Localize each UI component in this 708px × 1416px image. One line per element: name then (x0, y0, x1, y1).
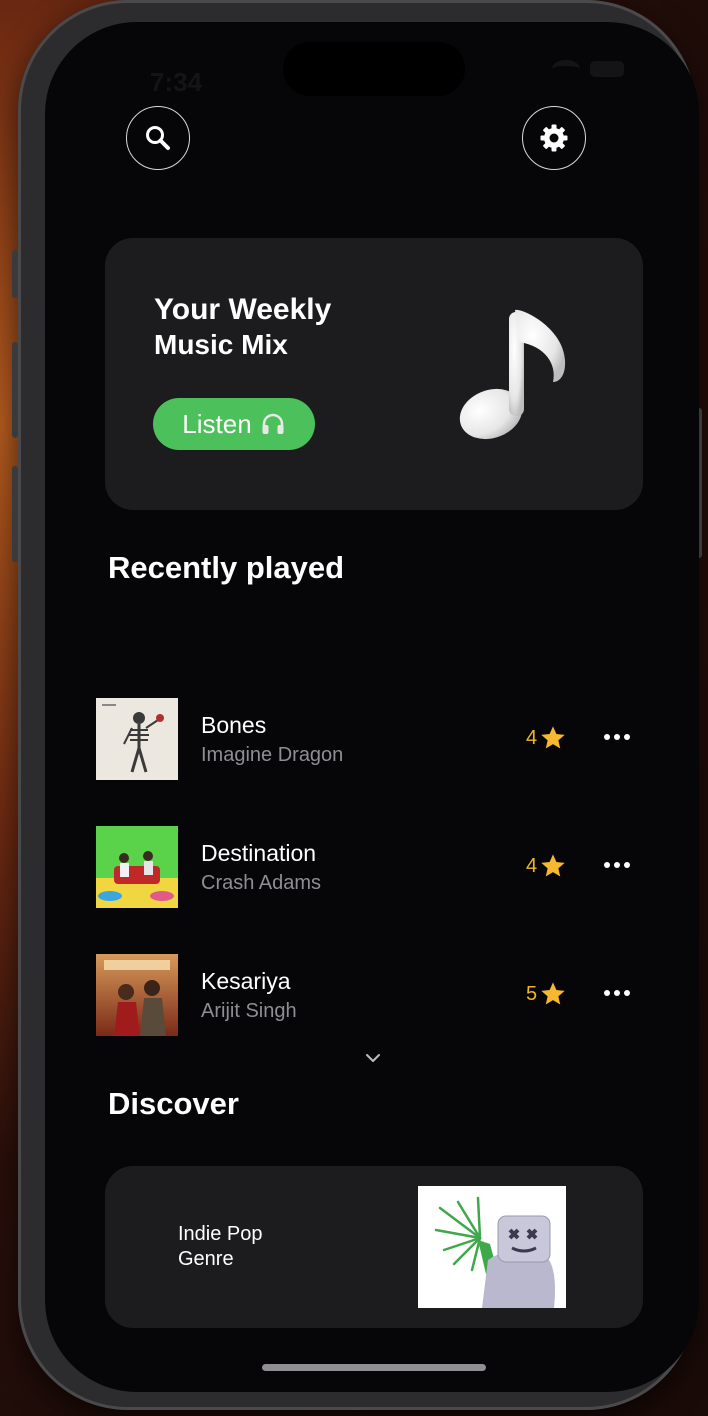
song-rating: 4 (526, 852, 567, 880)
song-rating: 5 (526, 980, 567, 1008)
album-cover (96, 826, 178, 908)
discover-title: Discover (108, 1086, 239, 1121)
volume-down-button (12, 466, 18, 562)
genre-image (418, 1186, 566, 1308)
volume-up-button (12, 342, 18, 438)
listen-label: Listen (182, 408, 252, 439)
song-artist: Crash Adams (201, 872, 322, 894)
wifi-icon (552, 60, 580, 78)
gear-icon (540, 124, 568, 152)
more-options-button[interactable] (604, 990, 630, 998)
screen: 7:34 Your Weekly Music Mix Listen Recent… (45, 22, 699, 1392)
song-row[interactable]: Kesariya Arijit Singh 5 (96, 954, 636, 1036)
song-title: Bones (201, 712, 267, 738)
phone-frame: 7:34 Your Weekly Music Mix Listen Recent… (12, 0, 702, 1410)
weekly-mix-title: Your Weekly Music Mix (154, 292, 331, 362)
song-rating: 4 (526, 724, 567, 752)
rating-value: 4 (526, 726, 538, 749)
silent-switch (12, 250, 18, 298)
home-indicator[interactable] (262, 1364, 486, 1371)
song-artist: Imagine Dragon (201, 744, 344, 766)
more-options-button[interactable] (604, 734, 630, 742)
song-title: Destination (201, 840, 317, 866)
chevron-down-icon[interactable] (365, 1050, 381, 1066)
status-time: 7:34 (150, 67, 203, 97)
status-icons (552, 60, 624, 78)
song-title: Kesariya (201, 968, 291, 994)
search-icon (146, 126, 170, 150)
song-row[interactable]: Bones Imagine Dragon 4 (96, 698, 636, 780)
weekly-mix-card: Your Weekly Music Mix Listen (105, 238, 643, 510)
album-cover (96, 698, 178, 780)
battery-icon (590, 61, 624, 77)
recently-played-title: Recently played (108, 550, 345, 585)
rating-value: 4 (526, 854, 538, 877)
star-icon (541, 726, 565, 749)
song-artist: Arijit Singh (201, 1000, 297, 1022)
star-icon (541, 854, 565, 877)
album-cover (96, 954, 178, 1036)
settings-button[interactable] (522, 106, 586, 170)
genre-line1: Indie Pop (178, 1223, 263, 1245)
discover-card[interactable]: Indie Pop Genre (105, 1166, 643, 1328)
weekly-mix-title-line1: Your Weekly (154, 293, 332, 326)
dynamic-island (283, 42, 465, 96)
star-icon (541, 982, 565, 1005)
music-note-icon (459, 309, 566, 440)
genre-line2: Genre (178, 1248, 234, 1270)
headphones-icon (262, 413, 284, 434)
more-options-button[interactable] (604, 862, 630, 870)
genre-label: Indie Pop Genre (178, 1222, 263, 1272)
rating-value: 5 (526, 982, 538, 1005)
listen-button[interactable]: Listen (153, 398, 315, 450)
song-row[interactable]: Destination Crash Adams 4 (96, 826, 636, 908)
weekly-mix-title-line2: Music Mix (154, 329, 288, 360)
search-button[interactable] (126, 106, 190, 170)
